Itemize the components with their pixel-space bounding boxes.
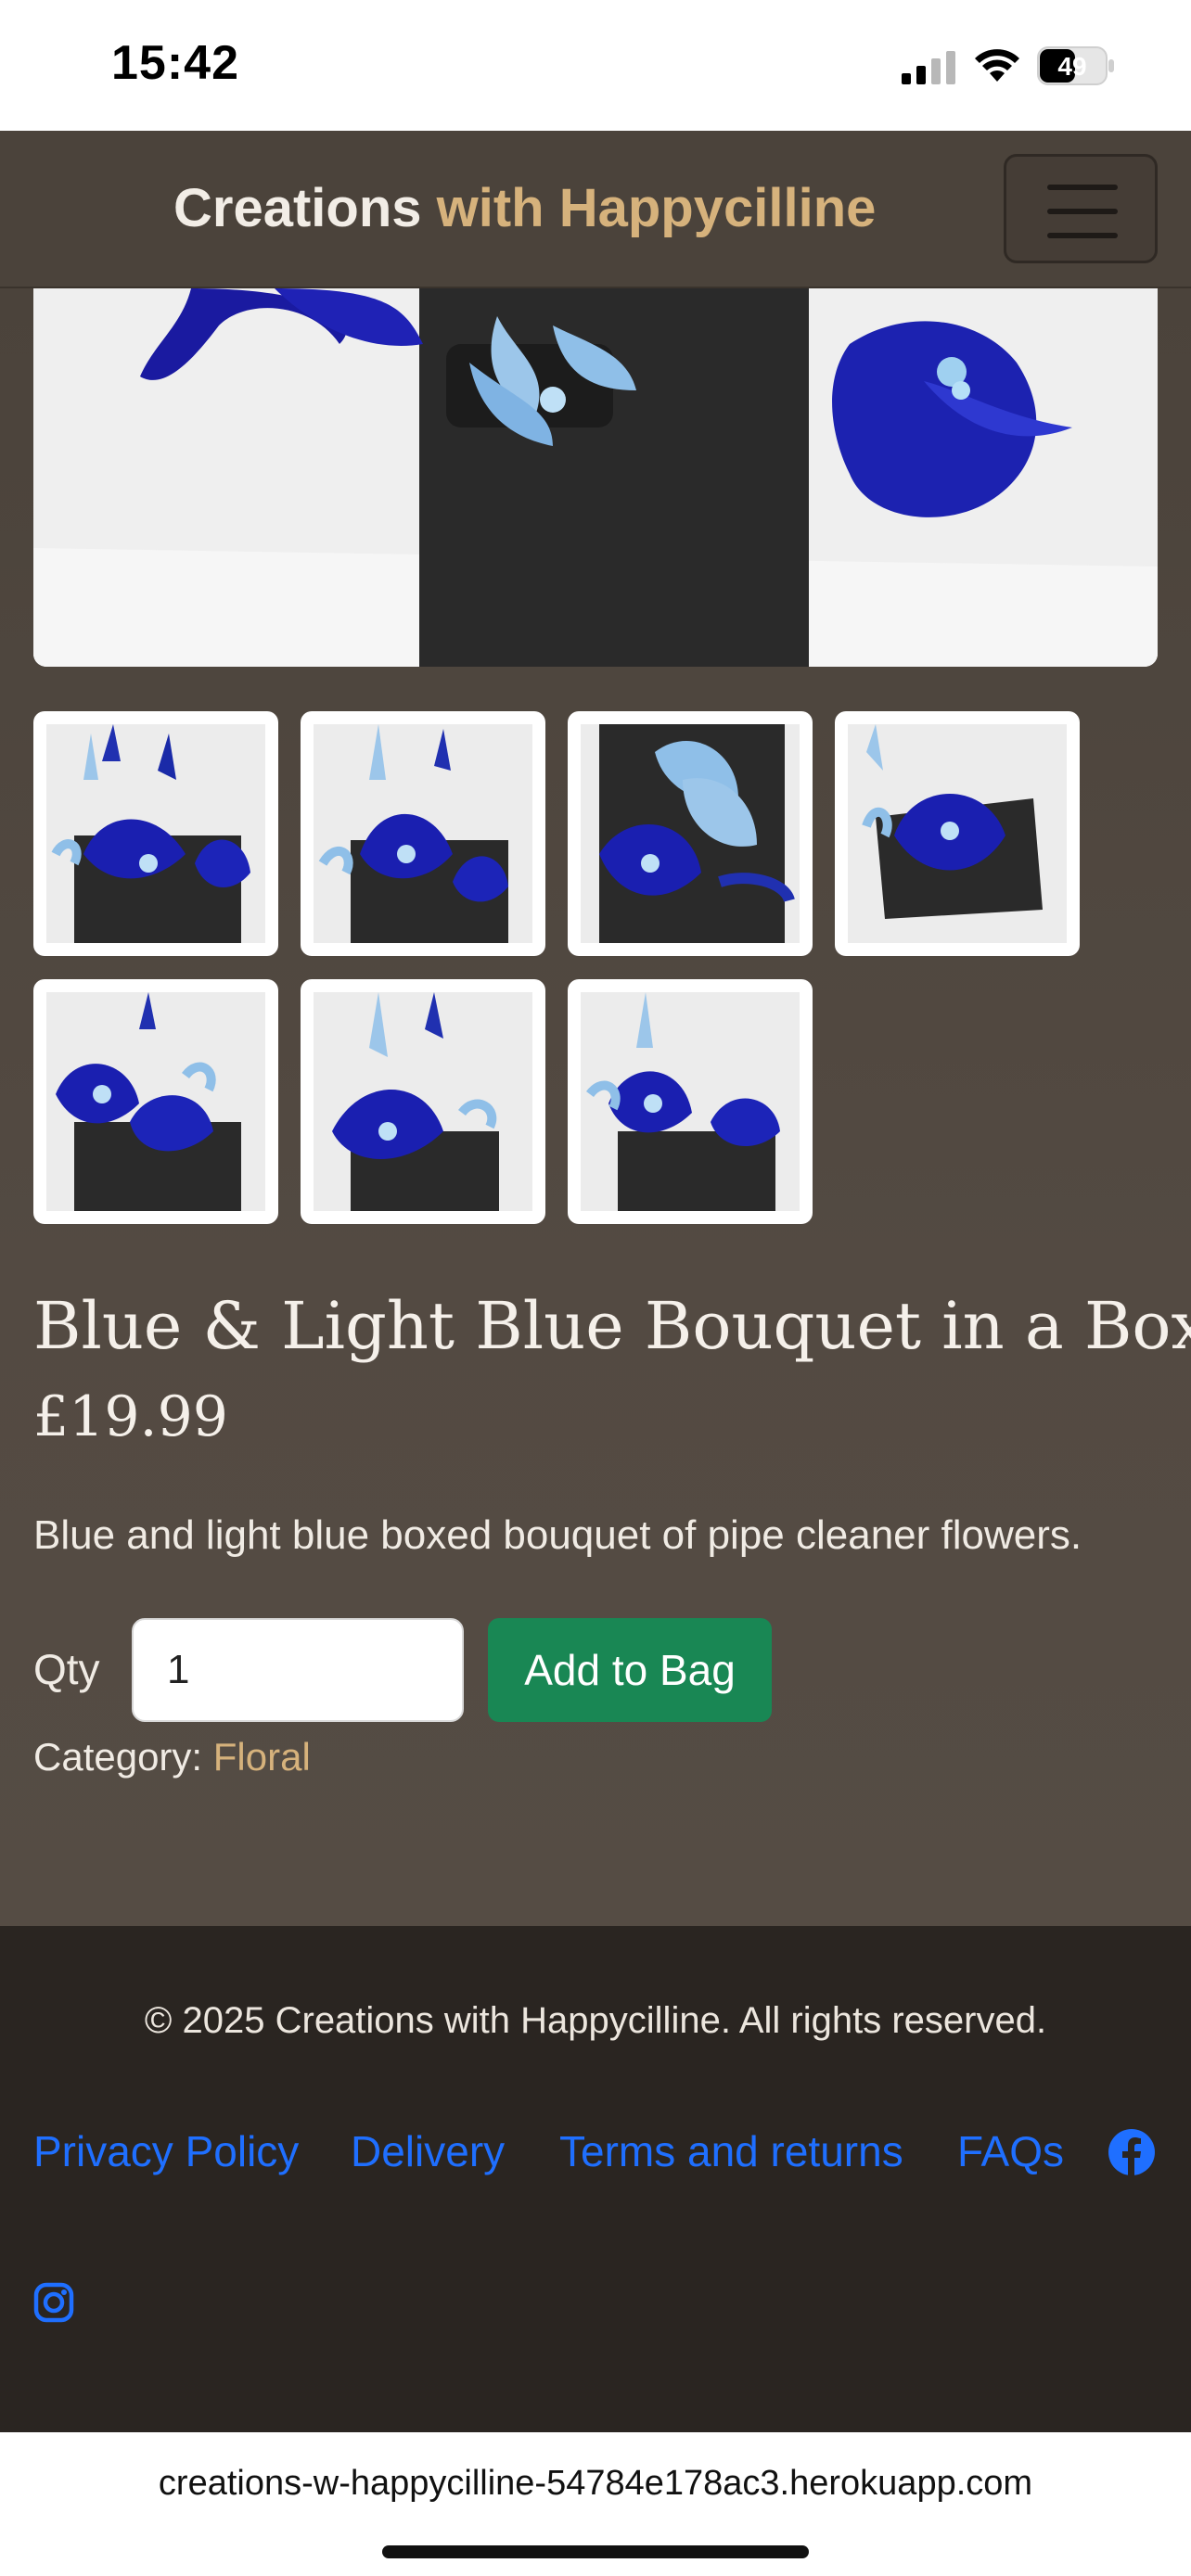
product-thumbnail-5[interactable] — [33, 979, 278, 1224]
product-description: Blue and light blue boxed bouquet of pip… — [33, 1512, 1082, 1558]
battery-level: 49 — [1057, 52, 1086, 81]
hamburger-icon-line — [1047, 233, 1118, 238]
quantity-input[interactable] — [132, 1618, 464, 1722]
hamburger-icon-line — [1047, 185, 1118, 190]
wifi-icon — [975, 49, 1019, 82]
footer-link-faqs[interactable]: FAQs — [957, 2126, 1064, 2176]
brand-logo[interactable]: Creations with Happycilline — [173, 177, 876, 239]
battery-icon: 49 — [1037, 46, 1114, 85]
product-thumbnail-6[interactable] — [301, 979, 545, 1224]
thumbnail-image — [581, 992, 800, 1211]
category-label: Category: — [33, 1735, 203, 1779]
product-thumbnail-7[interactable] — [568, 979, 813, 1224]
product-thumbnail-4[interactable] — [835, 711, 1080, 956]
product-detail: Blue & Light Blue Bouquet in a Box £19.9… — [0, 288, 1191, 1926]
cellular-signal-icon — [902, 51, 955, 84]
qty-label: Qty — [33, 1645, 100, 1693]
product-title: Blue & Light Blue Bouquet in a Box — [33, 1288, 1191, 1364]
thumbnail-image — [848, 724, 1067, 943]
thumbnail-image — [46, 992, 265, 1211]
status-time: 15:42 — [111, 36, 239, 90]
product-thumbnail-3[interactable] — [568, 711, 813, 956]
brand-accent: with Happycilline — [436, 178, 877, 238]
thumbnail-image — [46, 724, 265, 943]
thumbnail-image — [581, 724, 800, 943]
product-category: Category: Floral — [33, 1735, 311, 1779]
home-indicator — [382, 2545, 809, 2558]
status-bar: 15:42 49 — [0, 0, 1191, 131]
browser-url-bar[interactable]: creations-w-happycilline-54784e178ac3.he… — [0, 2432, 1191, 2576]
footer: © 2025 Creations with Happycilline. All … — [0, 1926, 1191, 2432]
copyright-text: © 2025 Creations with Happycilline. All … — [144, 2000, 1047, 2041]
product-thumbnail-1[interactable] — [33, 711, 278, 956]
hamburger-icon-line — [1047, 209, 1118, 214]
brand-main: Creations — [173, 178, 422, 238]
thumbnail-image — [314, 724, 532, 943]
footer-link-privacy-policy[interactable]: Privacy Policy — [33, 2126, 299, 2176]
add-to-bag-button[interactable]: Add to Bag — [488, 1618, 772, 1722]
instagram-icon[interactable] — [33, 2282, 74, 2323]
thumbnail-image — [314, 992, 532, 1211]
product-price: £19.99 — [33, 1384, 228, 1449]
footer-link-terms-and-returns[interactable]: Terms and returns — [559, 2126, 903, 2176]
menu-toggle-button[interactable] — [1004, 154, 1158, 263]
product-main-image — [33, 288, 1158, 667]
category-link[interactable]: Floral — [213, 1735, 311, 1779]
url-text[interactable]: creations-w-happycilline-54784e178ac3.he… — [0, 2464, 1191, 2504]
navbar: Creations with Happycilline — [0, 131, 1191, 288]
facebook-icon[interactable] — [1108, 2128, 1156, 2176]
product-thumbnail-2[interactable] — [301, 711, 545, 956]
footer-link-delivery[interactable]: Delivery — [351, 2126, 505, 2176]
